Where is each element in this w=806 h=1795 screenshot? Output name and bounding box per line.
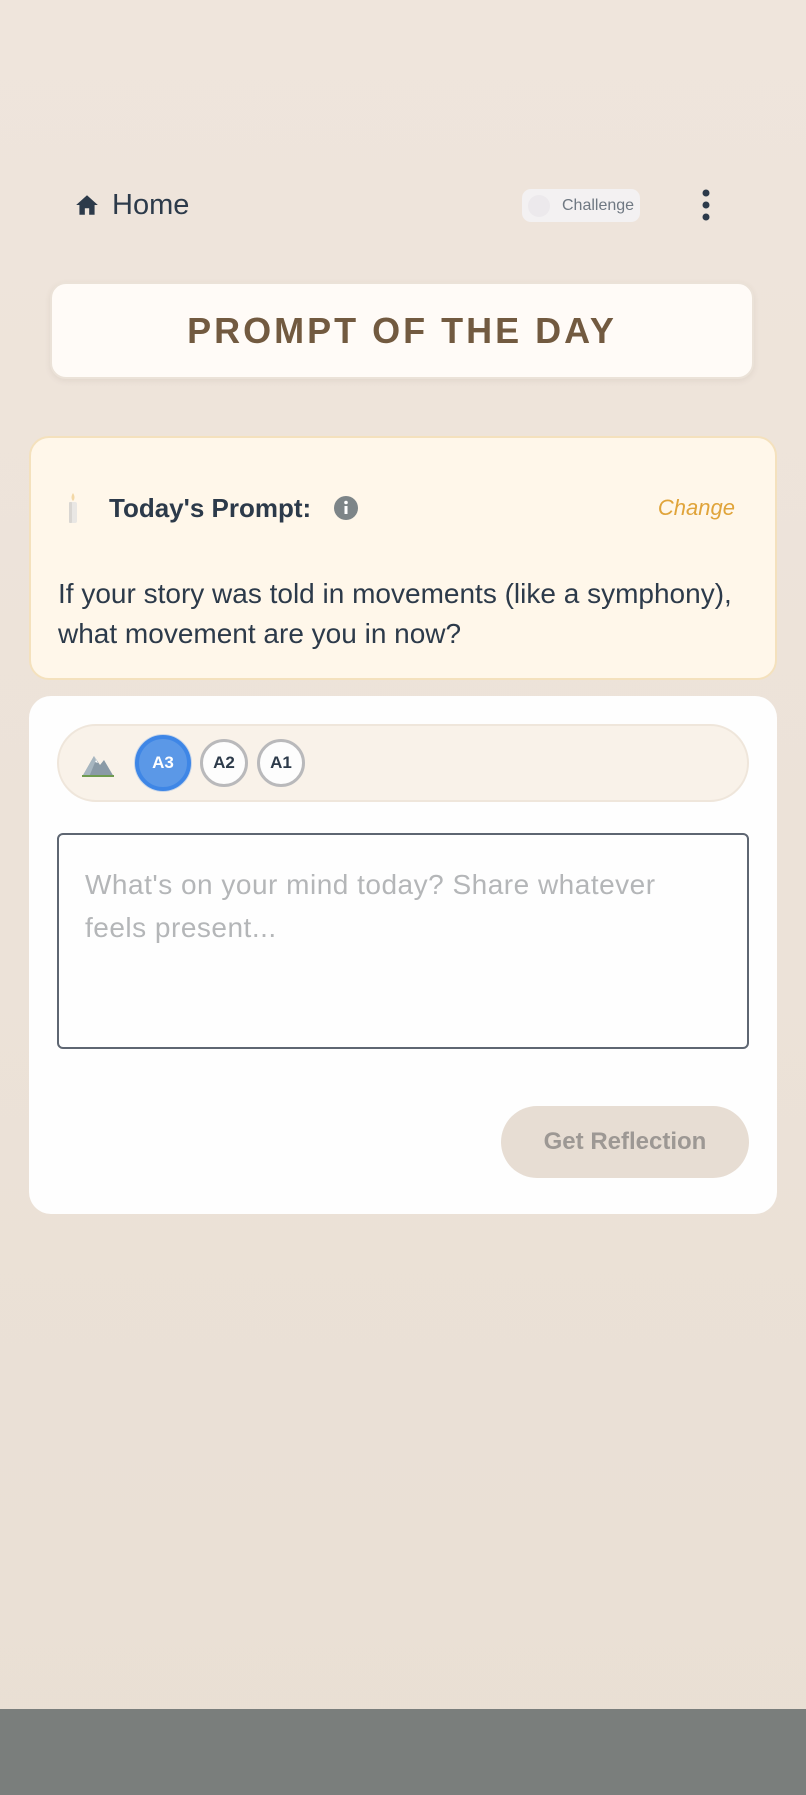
bottom-bar — [0, 1709, 806, 1795]
challenge-toggle[interactable]: Challenge — [522, 189, 640, 222]
home-link[interactable]: Home — [74, 185, 189, 225]
level-button-a3[interactable]: A3 — [135, 735, 191, 791]
challenge-label: Challenge — [562, 196, 635, 214]
level-button-a2[interactable]: A2 — [200, 739, 248, 787]
toggle-knob — [528, 194, 550, 217]
home-icon — [76, 195, 98, 215]
top-bar: Home Challenge — [0, 0, 806, 230]
home-label: Home — [112, 189, 190, 221]
prompt-heading: Today's Prompt: — [109, 492, 312, 523]
entry-card: A3 A2 A1 What's on your mind today? Shar… — [29, 696, 777, 1214]
get-reflection-button[interactable]: Get Reflection — [501, 1106, 749, 1178]
title-card: PROMPT OF THE DAY — [50, 282, 754, 379]
level-selector: A3 A2 A1 — [57, 724, 749, 802]
info-icon[interactable] — [333, 495, 359, 521]
journal-entry-input[interactable]: What's on your mind today? Share whateve… — [57, 833, 749, 1049]
kebab-menu-icon[interactable] — [694, 188, 718, 222]
level-button-a1[interactable]: A1 — [257, 739, 305, 787]
candle-icon — [69, 493, 77, 523]
prompt-text: If your story was told in movements (lik… — [58, 578, 732, 649]
prompt-header: Today's Prompt: Change — [65, 490, 735, 526]
prompt-card: Today's Prompt: Change If your story was… — [29, 436, 777, 680]
change-prompt-link[interactable]: Change — [658, 495, 735, 521]
page-title: PROMPT OF THE DAY — [187, 309, 617, 351]
mountain-icon — [82, 756, 114, 777]
